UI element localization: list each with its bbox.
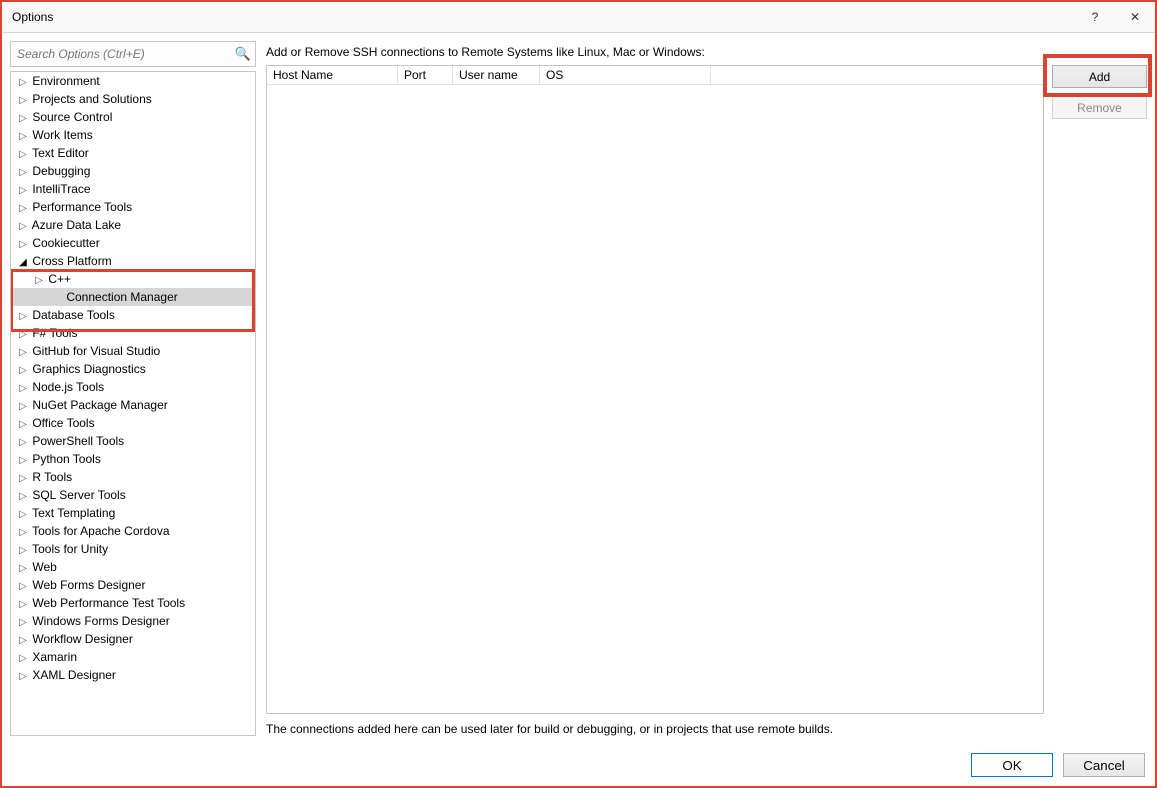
chevron-right-icon[interactable]: ▷ — [17, 668, 29, 686]
tree-item-label: Projects and Solutions — [29, 92, 152, 106]
tree-item-label: Text Templating — [29, 506, 115, 520]
tree-item-label: Office Tools — [29, 416, 95, 430]
tree-item[interactable]: ▷ Workflow Designer — [11, 630, 255, 648]
col-spacer — [711, 66, 1043, 84]
tree-item[interactable]: ▷ NuGet Package Manager — [11, 396, 255, 414]
tree-item[interactable]: ▷ Environment — [11, 72, 255, 90]
tree-item-label: C++ — [45, 272, 71, 286]
ok-button[interactable]: OK — [971, 753, 1053, 777]
add-button[interactable]: Add — [1052, 65, 1147, 88]
tree-item[interactable]: ▷ Web — [11, 558, 255, 576]
remove-button[interactable]: Remove — [1052, 96, 1147, 119]
options-tree[interactable]: ▷ Environment▷ Projects and Solutions▷ S… — [10, 71, 256, 736]
panel-note: The connections added here can be used l… — [266, 722, 1147, 736]
tree-item-label: Web Forms Designer — [29, 578, 145, 592]
search-input[interactable] — [15, 46, 235, 62]
tree-item[interactable]: ▷ Tools for Unity — [11, 540, 255, 558]
table-header: Host Name Port User name OS — [267, 66, 1043, 85]
tree-item-label: Source Control — [29, 110, 112, 124]
tree-item[interactable]: ▷ Web Performance Test Tools — [11, 594, 255, 612]
tree-item-label: NuGet Package Manager — [29, 398, 168, 412]
chevron-down-icon[interactable]: ◢ — [17, 254, 29, 272]
tree-item[interactable]: ▷ Python Tools — [11, 450, 255, 468]
chevron-right-icon[interactable]: ▷ — [33, 272, 45, 290]
tree-item-label: Python Tools — [29, 452, 101, 466]
tree-item-label: Node.js Tools — [29, 380, 104, 394]
tree-item[interactable]: ▷ Xamarin — [11, 648, 255, 666]
tree-item-label: SQL Server Tools — [29, 488, 126, 502]
tree-item[interactable]: ▷ Performance Tools — [11, 198, 255, 216]
tree-item[interactable]: ▷ C++ — [11, 270, 255, 288]
tree-item[interactable]: ▷ Projects and Solutions — [11, 90, 255, 108]
tree-item[interactable]: ▷ PowerShell Tools — [11, 432, 255, 450]
tree-item[interactable]: ▷ Tools for Apache Cordova — [11, 522, 255, 540]
titlebar: Options ? ✕ — [2, 2, 1155, 33]
col-username[interactable]: User name — [453, 66, 540, 84]
tree-item-label: Debugging — [29, 164, 90, 178]
help-button[interactable]: ? — [1075, 2, 1115, 32]
window-title: Options — [12, 10, 1075, 24]
tree-item[interactable]: ▷ Web Forms Designer — [11, 576, 255, 594]
close-button[interactable]: ✕ — [1115, 2, 1155, 32]
tree-item[interactable]: ▷ Windows Forms Designer — [11, 612, 255, 630]
tree-item-label: GitHub for Visual Studio — [29, 344, 160, 358]
col-hostname[interactable]: Host Name — [267, 66, 398, 84]
tree-item[interactable]: Connection Manager — [11, 288, 255, 306]
tree-item-label: Web — [29, 560, 57, 574]
tree-item[interactable]: ▷ SQL Server Tools — [11, 486, 255, 504]
col-port[interactable]: Port — [398, 66, 453, 84]
tree-item-label: Database Tools — [29, 308, 115, 322]
sidebar: 🔍 ▷ Environment▷ Projects and Solutions▷… — [10, 41, 256, 736]
tree-item-label: F# Tools — [29, 326, 77, 340]
tree-item[interactable]: ▷ Cookiecutter — [11, 234, 255, 252]
search-icon: 🔍 — [235, 46, 251, 62]
tree-item[interactable]: ▷ Node.js Tools — [11, 378, 255, 396]
tree-item[interactable]: ▷ R Tools — [11, 468, 255, 486]
tree-item-label: Connection Manager — [63, 290, 178, 304]
main-panel: Add or Remove SSH connections to Remote … — [266, 41, 1147, 736]
tree-item[interactable]: ▷ Text Templating — [11, 504, 255, 522]
tree-item-label: PowerShell Tools — [29, 434, 124, 448]
tree-item-label: Azure Data Lake — [29, 218, 121, 232]
tree-item[interactable]: ◢ Cross Platform — [11, 252, 255, 270]
tree-item-label: Performance Tools — [29, 200, 132, 214]
tree-item-label: Web Performance Test Tools — [29, 596, 185, 610]
search-box[interactable]: 🔍 — [10, 41, 256, 67]
panel-description: Add or Remove SSH connections to Remote … — [266, 45, 1147, 59]
dialog-footer: OK Cancel — [2, 744, 1155, 786]
tree-item-label: XAML Designer — [29, 668, 116, 682]
tree-item-label: Tools for Apache Cordova — [29, 524, 170, 538]
cancel-button[interactable]: Cancel — [1063, 753, 1145, 777]
tree-item-label: Tools for Unity — [29, 542, 108, 556]
tree-item-label: IntelliTrace — [29, 182, 91, 196]
tree-item[interactable]: ▷ Work Items — [11, 126, 255, 144]
tree-item[interactable]: ▷ Database Tools — [11, 306, 255, 324]
tree-item-label: Xamarin — [29, 650, 77, 664]
tree-item[interactable]: ▷ Text Editor — [11, 144, 255, 162]
tree-item-label: Windows Forms Designer — [29, 614, 170, 628]
col-os[interactable]: OS — [540, 66, 711, 84]
tree-item-label: Graphics Diagnostics — [29, 362, 146, 376]
side-buttons: Add Remove — [1052, 65, 1147, 714]
tree-item-label: R Tools — [29, 470, 72, 484]
tree-item[interactable]: ▷ IntelliTrace — [11, 180, 255, 198]
connections-table[interactable]: Host Name Port User name OS — [266, 65, 1044, 714]
options-dialog: Options ? ✕ 🔍 ▷ Environment▷ Projects an… — [0, 0, 1157, 788]
tree-item[interactable]: ▷ Graphics Diagnostics — [11, 360, 255, 378]
tree-item[interactable]: ▷ GitHub for Visual Studio — [11, 342, 255, 360]
tree-item-label: Work Items — [29, 128, 93, 142]
tree-item-label: Text Editor — [29, 146, 89, 160]
tree-item[interactable]: ▷ Azure Data Lake — [11, 216, 255, 234]
tree-item[interactable]: ▷ Source Control — [11, 108, 255, 126]
tree-item-label: Workflow Designer — [29, 632, 133, 646]
tree-item[interactable]: ▷ Office Tools — [11, 414, 255, 432]
tree-item[interactable]: ▷ XAML Designer — [11, 666, 255, 684]
tree-item-label: Cross Platform — [29, 254, 112, 268]
tree-item-label: Cookiecutter — [29, 236, 100, 250]
tree-item[interactable]: ▷ F# Tools — [11, 324, 255, 342]
tree-item[interactable]: ▷ Debugging — [11, 162, 255, 180]
tree-item-label: Environment — [29, 74, 100, 88]
